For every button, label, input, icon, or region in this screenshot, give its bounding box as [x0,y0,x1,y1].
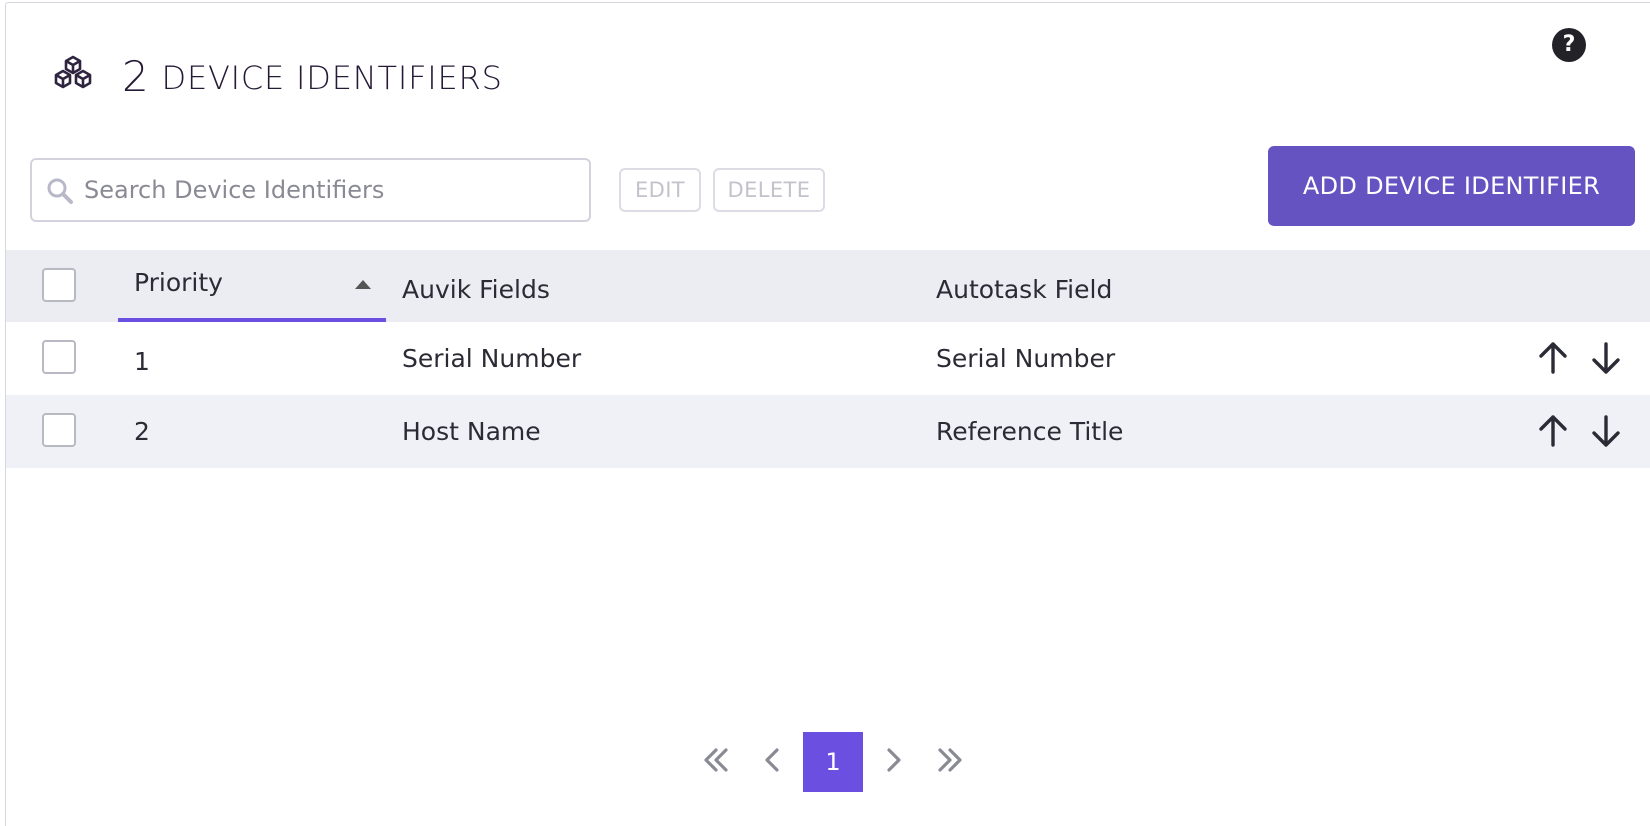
add-device-identifier-button[interactable]: ADD DEVICE IDENTIFIER [1268,146,1635,226]
chevron-left-icon[interactable] [752,730,792,790]
double-chevron-left-icon[interactable] [696,730,736,790]
cubes-icon [54,55,92,89]
row-checkbox[interactable] [42,413,76,447]
cell-autotask-field: Serial Number [936,344,1116,373]
search-input[interactable] [84,168,579,212]
cell-priority: 1 [134,347,150,376]
row-checkbox[interactable] [42,340,76,374]
current-page-button[interactable]: 1 [803,732,863,792]
select-all-checkbox[interactable] [42,268,76,302]
arrow-down-icon[interactable] [1589,340,1623,376]
arrow-up-icon[interactable] [1536,413,1570,449]
table-row[interactable]: 1 Serial Number Serial Number [6,322,1650,395]
column-header-auvik-fields[interactable]: Auvik Fields [402,254,550,326]
table-header: Priority Auvik Fields Autotask Field [6,250,1650,323]
edit-button[interactable]: EDIT [619,168,701,212]
cell-priority: 2 [134,417,150,446]
search-icon [47,178,73,204]
column-header-priority[interactable]: Priority [134,250,223,322]
cell-autotask-field: Reference Title [936,417,1124,446]
page-title: 2 DEVICE IDENTIFIERS [122,50,503,101]
delete-button[interactable]: DELETE [713,168,825,212]
cell-auvik-field: Host Name [402,417,541,446]
arrow-down-icon[interactable] [1589,413,1623,449]
identifier-count: 2 [122,52,150,101]
page-title-text: DEVICE IDENTIFIERS [161,59,503,97]
table-row[interactable]: 2 Host Name Reference Title [6,395,1650,468]
search-box [30,158,591,222]
arrow-up-icon[interactable] [1536,340,1570,376]
chevron-right-icon[interactable] [874,730,914,790]
cell-auvik-field: Serial Number [402,344,582,373]
question-circle-icon[interactable]: ? [1552,28,1586,62]
column-header-autotask-field[interactable]: Autotask Field [936,254,1112,326]
sort-up-icon [355,280,371,289]
double-chevron-right-icon[interactable] [930,730,970,790]
